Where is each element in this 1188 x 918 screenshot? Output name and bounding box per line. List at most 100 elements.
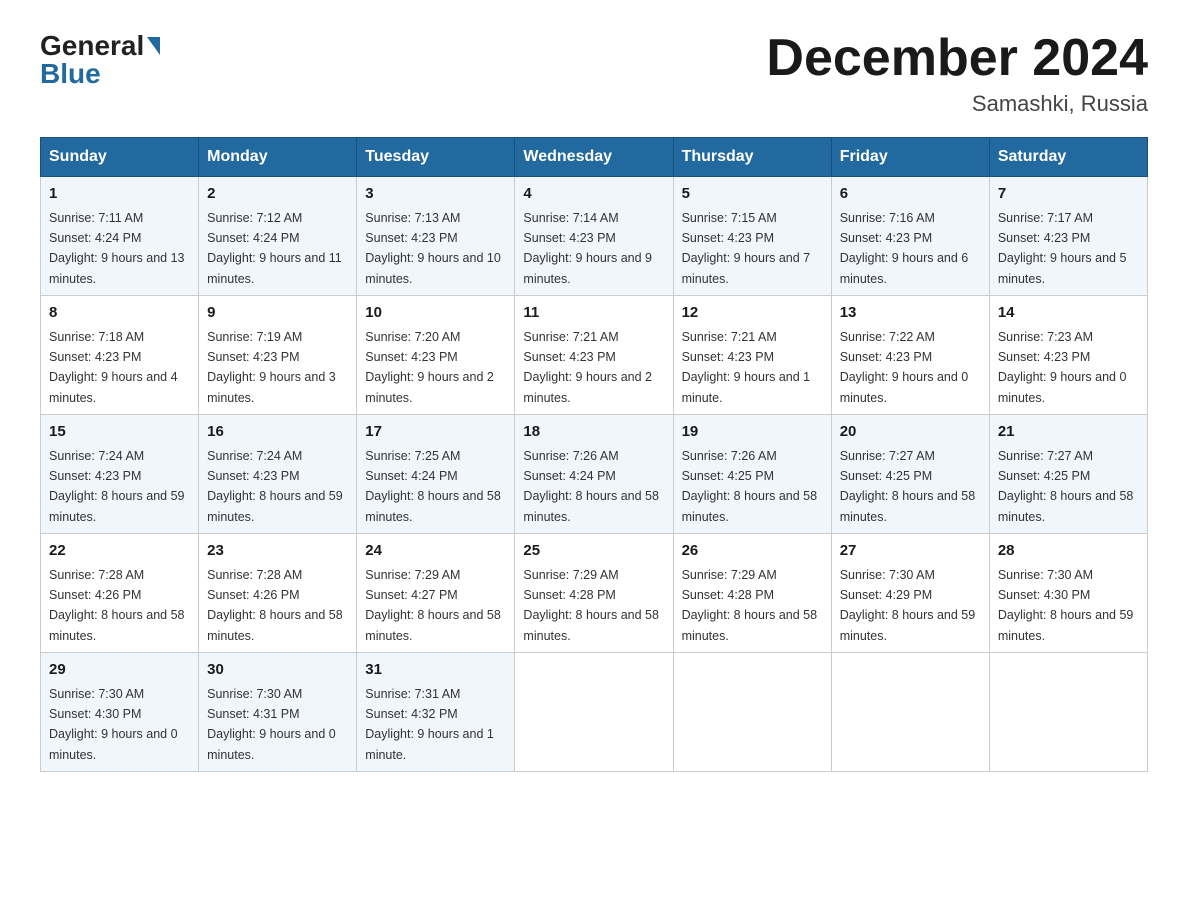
day-number: 31 xyxy=(365,659,506,682)
calendar-cell: 5 Sunrise: 7:15 AMSunset: 4:23 PMDayligh… xyxy=(673,177,831,296)
day-info: Sunrise: 7:15 AMSunset: 4:23 PMDaylight:… xyxy=(682,211,811,286)
calendar-cell xyxy=(831,653,989,772)
day-info: Sunrise: 7:30 AMSunset: 4:30 PMDaylight:… xyxy=(49,687,178,762)
calendar-cell: 21 Sunrise: 7:27 AMSunset: 4:25 PMDaylig… xyxy=(989,415,1147,534)
day-number: 18 xyxy=(523,421,664,444)
logo-blue-text: Blue xyxy=(40,58,101,90)
day-info: Sunrise: 7:30 AMSunset: 4:29 PMDaylight:… xyxy=(840,568,976,643)
day-info: Sunrise: 7:29 AMSunset: 4:27 PMDaylight:… xyxy=(365,568,501,643)
calendar-cell: 27 Sunrise: 7:30 AMSunset: 4:29 PMDaylig… xyxy=(831,534,989,653)
calendar-cell: 1 Sunrise: 7:11 AMSunset: 4:24 PMDayligh… xyxy=(41,177,199,296)
day-info: Sunrise: 7:27 AMSunset: 4:25 PMDaylight:… xyxy=(998,449,1134,524)
calendar-week-row: 8 Sunrise: 7:18 AMSunset: 4:23 PMDayligh… xyxy=(41,296,1148,415)
header-sunday: Sunday xyxy=(41,138,199,177)
day-number: 2 xyxy=(207,183,348,206)
calendar-cell: 17 Sunrise: 7:25 AMSunset: 4:24 PMDaylig… xyxy=(357,415,515,534)
header-thursday: Thursday xyxy=(673,138,831,177)
header-friday: Friday xyxy=(831,138,989,177)
day-number: 20 xyxy=(840,421,981,444)
calendar-cell: 26 Sunrise: 7:29 AMSunset: 4:28 PMDaylig… xyxy=(673,534,831,653)
day-number: 29 xyxy=(49,659,190,682)
calendar-cell xyxy=(673,653,831,772)
day-info: Sunrise: 7:25 AMSunset: 4:24 PMDaylight:… xyxy=(365,449,501,524)
page-header: General Blue December 2024 Samashki, Rus… xyxy=(40,30,1148,117)
calendar-cell: 23 Sunrise: 7:28 AMSunset: 4:26 PMDaylig… xyxy=(199,534,357,653)
day-number: 9 xyxy=(207,302,348,325)
day-info: Sunrise: 7:18 AMSunset: 4:23 PMDaylight:… xyxy=(49,330,178,405)
location-subtitle: Samashki, Russia xyxy=(766,91,1148,117)
day-number: 12 xyxy=(682,302,823,325)
day-info: Sunrise: 7:30 AMSunset: 4:31 PMDaylight:… xyxy=(207,687,336,762)
calendar-cell: 24 Sunrise: 7:29 AMSunset: 4:27 PMDaylig… xyxy=(357,534,515,653)
calendar-week-row: 29 Sunrise: 7:30 AMSunset: 4:30 PMDaylig… xyxy=(41,653,1148,772)
day-info: Sunrise: 7:17 AMSunset: 4:23 PMDaylight:… xyxy=(998,211,1127,286)
day-info: Sunrise: 7:29 AMSunset: 4:28 PMDaylight:… xyxy=(682,568,818,643)
day-info: Sunrise: 7:30 AMSunset: 4:30 PMDaylight:… xyxy=(998,568,1134,643)
header-monday: Monday xyxy=(199,138,357,177)
day-number: 17 xyxy=(365,421,506,444)
day-info: Sunrise: 7:20 AMSunset: 4:23 PMDaylight:… xyxy=(365,330,494,405)
day-number: 7 xyxy=(998,183,1139,206)
calendar-cell: 22 Sunrise: 7:28 AMSunset: 4:26 PMDaylig… xyxy=(41,534,199,653)
calendar-cell xyxy=(989,653,1147,772)
day-number: 13 xyxy=(840,302,981,325)
day-number: 15 xyxy=(49,421,190,444)
day-info: Sunrise: 7:28 AMSunset: 4:26 PMDaylight:… xyxy=(207,568,343,643)
day-info: Sunrise: 7:28 AMSunset: 4:26 PMDaylight:… xyxy=(49,568,185,643)
day-info: Sunrise: 7:21 AMSunset: 4:23 PMDaylight:… xyxy=(682,330,811,405)
day-number: 1 xyxy=(49,183,190,206)
calendar-cell: 28 Sunrise: 7:30 AMSunset: 4:30 PMDaylig… xyxy=(989,534,1147,653)
day-number: 24 xyxy=(365,540,506,563)
calendar-cell: 30 Sunrise: 7:30 AMSunset: 4:31 PMDaylig… xyxy=(199,653,357,772)
day-info: Sunrise: 7:16 AMSunset: 4:23 PMDaylight:… xyxy=(840,211,969,286)
calendar-cell: 11 Sunrise: 7:21 AMSunset: 4:23 PMDaylig… xyxy=(515,296,673,415)
day-number: 28 xyxy=(998,540,1139,563)
day-info: Sunrise: 7:22 AMSunset: 4:23 PMDaylight:… xyxy=(840,330,969,405)
header-tuesday: Tuesday xyxy=(357,138,515,177)
calendar-cell: 18 Sunrise: 7:26 AMSunset: 4:24 PMDaylig… xyxy=(515,415,673,534)
calendar-cell: 3 Sunrise: 7:13 AMSunset: 4:23 PMDayligh… xyxy=(357,177,515,296)
day-info: Sunrise: 7:26 AMSunset: 4:24 PMDaylight:… xyxy=(523,449,659,524)
calendar-cell: 31 Sunrise: 7:31 AMSunset: 4:32 PMDaylig… xyxy=(357,653,515,772)
day-number: 6 xyxy=(840,183,981,206)
calendar-cell: 9 Sunrise: 7:19 AMSunset: 4:23 PMDayligh… xyxy=(199,296,357,415)
day-info: Sunrise: 7:13 AMSunset: 4:23 PMDaylight:… xyxy=(365,211,501,286)
calendar-table: Sunday Monday Tuesday Wednesday Thursday… xyxy=(40,137,1148,772)
day-number: 4 xyxy=(523,183,664,206)
day-info: Sunrise: 7:26 AMSunset: 4:25 PMDaylight:… xyxy=(682,449,818,524)
day-number: 27 xyxy=(840,540,981,563)
day-info: Sunrise: 7:11 AMSunset: 4:24 PMDaylight:… xyxy=(49,211,185,286)
calendar-cell: 4 Sunrise: 7:14 AMSunset: 4:23 PMDayligh… xyxy=(515,177,673,296)
header-wednesday: Wednesday xyxy=(515,138,673,177)
day-number: 22 xyxy=(49,540,190,563)
day-number: 23 xyxy=(207,540,348,563)
day-info: Sunrise: 7:21 AMSunset: 4:23 PMDaylight:… xyxy=(523,330,652,405)
calendar-cell: 29 Sunrise: 7:30 AMSunset: 4:30 PMDaylig… xyxy=(41,653,199,772)
day-number: 26 xyxy=(682,540,823,563)
calendar-cell: 8 Sunrise: 7:18 AMSunset: 4:23 PMDayligh… xyxy=(41,296,199,415)
header-saturday: Saturday xyxy=(989,138,1147,177)
calendar-cell: 10 Sunrise: 7:20 AMSunset: 4:23 PMDaylig… xyxy=(357,296,515,415)
month-year-title: December 2024 xyxy=(766,30,1148,87)
day-info: Sunrise: 7:29 AMSunset: 4:28 PMDaylight:… xyxy=(523,568,659,643)
day-number: 3 xyxy=(365,183,506,206)
calendar-cell: 2 Sunrise: 7:12 AMSunset: 4:24 PMDayligh… xyxy=(199,177,357,296)
day-info: Sunrise: 7:14 AMSunset: 4:23 PMDaylight:… xyxy=(523,211,652,286)
day-number: 14 xyxy=(998,302,1139,325)
day-info: Sunrise: 7:23 AMSunset: 4:23 PMDaylight:… xyxy=(998,330,1127,405)
calendar-cell xyxy=(515,653,673,772)
calendar-cell: 7 Sunrise: 7:17 AMSunset: 4:23 PMDayligh… xyxy=(989,177,1147,296)
calendar-week-row: 15 Sunrise: 7:24 AMSunset: 4:23 PMDaylig… xyxy=(41,415,1148,534)
day-number: 21 xyxy=(998,421,1139,444)
calendar-cell: 25 Sunrise: 7:29 AMSunset: 4:28 PMDaylig… xyxy=(515,534,673,653)
calendar-cell: 15 Sunrise: 7:24 AMSunset: 4:23 PMDaylig… xyxy=(41,415,199,534)
day-info: Sunrise: 7:27 AMSunset: 4:25 PMDaylight:… xyxy=(840,449,976,524)
day-info: Sunrise: 7:31 AMSunset: 4:32 PMDaylight:… xyxy=(365,687,494,762)
day-number: 10 xyxy=(365,302,506,325)
day-number: 25 xyxy=(523,540,664,563)
calendar-cell: 19 Sunrise: 7:26 AMSunset: 4:25 PMDaylig… xyxy=(673,415,831,534)
calendar-cell: 16 Sunrise: 7:24 AMSunset: 4:23 PMDaylig… xyxy=(199,415,357,534)
day-info: Sunrise: 7:19 AMSunset: 4:23 PMDaylight:… xyxy=(207,330,336,405)
day-number: 19 xyxy=(682,421,823,444)
calendar-cell: 12 Sunrise: 7:21 AMSunset: 4:23 PMDaylig… xyxy=(673,296,831,415)
